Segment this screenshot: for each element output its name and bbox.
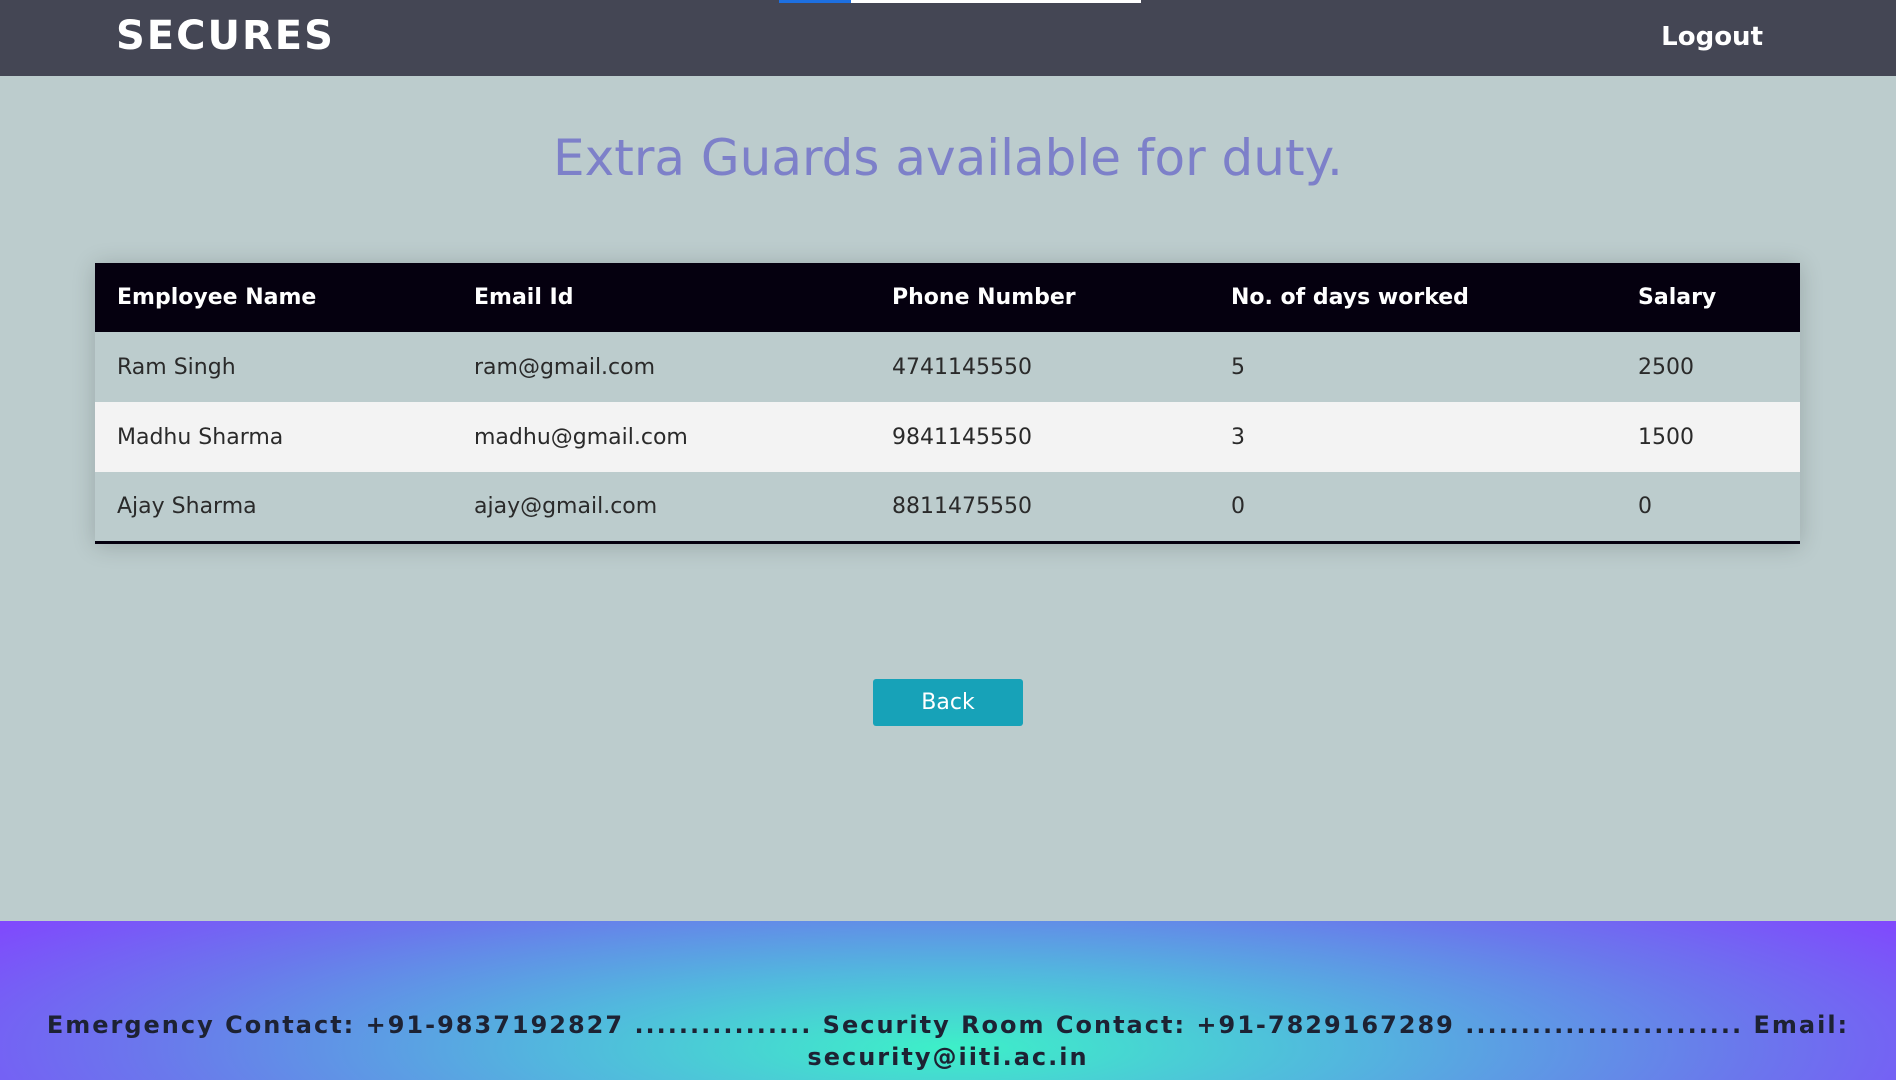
cell-employee-name: Ram Singh bbox=[117, 354, 236, 380]
cell-employee-name: Madhu Sharma bbox=[117, 424, 284, 450]
cell-days-worked: 0 bbox=[1231, 493, 1245, 519]
cell-days-worked: 5 bbox=[1231, 354, 1245, 380]
table-row: Ajay Sharma ajay@gmail.com 8811475550 0 … bbox=[95, 472, 1800, 542]
cell-employee-name: Ajay Sharma bbox=[117, 493, 257, 519]
header-days-worked: No. of days worked bbox=[1231, 285, 1469, 310]
back-button[interactable]: Back bbox=[873, 679, 1023, 726]
header-salary: Salary bbox=[1638, 285, 1717, 310]
cell-email: ajay@gmail.com bbox=[474, 493, 658, 519]
brand-logo[interactable]: SECURES bbox=[116, 14, 335, 58]
cell-phone: 9841145550 bbox=[892, 424, 1032, 450]
cell-phone: 8811475550 bbox=[892, 493, 1032, 519]
table-row: Ram Singh ram@gmail.com 4741145550 5 250… bbox=[95, 332, 1800, 402]
top-navbar: SECURES Logout bbox=[0, 0, 1896, 76]
footer: Emergency Contact: +91-9837192827 ......… bbox=[0, 921, 1896, 1080]
cell-email: ram@gmail.com bbox=[474, 354, 656, 380]
footer-contact-info: Emergency Contact: +91-9837192827 ......… bbox=[46, 1011, 1850, 1071]
cell-salary: 1500 bbox=[1638, 424, 1694, 450]
progress-indicator-active bbox=[779, 0, 851, 3]
cell-email: madhu@gmail.com bbox=[474, 424, 688, 450]
header-email-id: Email Id bbox=[474, 285, 574, 310]
logout-link[interactable]: Logout bbox=[1661, 22, 1763, 52]
cell-days-worked: 3 bbox=[1231, 424, 1245, 450]
guards-table-container: Employee Name Email Id Phone Number No. … bbox=[95, 263, 1800, 544]
progress-indicator bbox=[779, 0, 1141, 3]
page-title: Extra Guards available for duty. bbox=[553, 129, 1343, 187]
header-phone-number: Phone Number bbox=[892, 285, 1076, 310]
header-employee-name: Employee Name bbox=[117, 285, 317, 310]
cell-salary: 2500 bbox=[1638, 354, 1694, 380]
cell-salary: 0 bbox=[1638, 493, 1652, 519]
table-row: Madhu Sharma madhu@gmail.com 9841145550 … bbox=[95, 402, 1800, 472]
cell-phone: 4741145550 bbox=[892, 354, 1032, 380]
guards-table: Employee Name Email Id Phone Number No. … bbox=[95, 263, 1800, 544]
table-header-row: Employee Name Email Id Phone Number No. … bbox=[95, 263, 1800, 332]
